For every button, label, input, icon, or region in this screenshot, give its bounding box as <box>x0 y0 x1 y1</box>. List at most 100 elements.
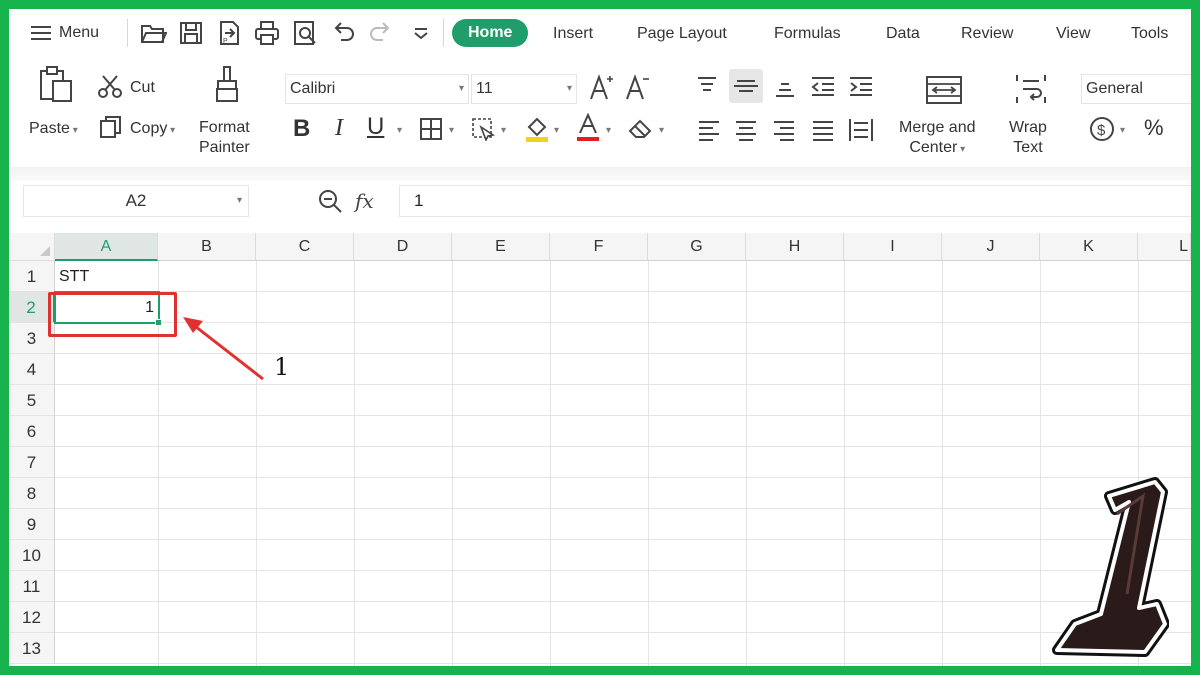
row-header-5[interactable]: 5 <box>9 385 55 416</box>
gridline <box>55 415 1191 416</box>
customize-icon[interactable] <box>407 19 435 47</box>
tab-data[interactable]: Data <box>886 21 920 47</box>
currency-icon[interactable]: $ <box>1089 115 1117 143</box>
tab-home[interactable]: Home <box>452 19 529 47</box>
row-header-4[interactable]: 4 <box>9 354 55 385</box>
align-center-icon[interactable] <box>734 119 758 141</box>
chevron-down-icon[interactable]: ▾ <box>554 125 559 136</box>
row-header-1[interactable]: 1 <box>9 261 55 292</box>
format-painter-button[interactable]: Format Painter <box>199 118 250 158</box>
column-header-c[interactable]: C <box>256 233 354 261</box>
spreadsheet-grid: A B C D E F G H I J K L 1 2 3 4 5 6 7 8 … <box>9 233 1191 666</box>
column-header-b[interactable]: B <box>158 233 256 261</box>
tab-view[interactable]: View <box>1056 21 1090 47</box>
column-header-e[interactable]: E <box>452 233 550 261</box>
chevron-down-icon: ▾ <box>957 144 966 155</box>
chevron-down-icon[interactable]: ▾ <box>606 125 611 136</box>
merge-center-icon[interactable] <box>925 75 963 105</box>
format-painter-icon[interactable] <box>213 65 243 105</box>
increase-font-icon[interactable] <box>589 73 615 101</box>
formula-input[interactable]: 1 <box>399 185 1191 217</box>
align-right-icon[interactable] <box>772 119 796 141</box>
align-bottom-icon[interactable] <box>773 77 797 99</box>
gridline <box>256 261 257 666</box>
copy-button[interactable]: Copy ▾ <box>130 120 175 138</box>
open-folder-icon[interactable] <box>139 19 168 47</box>
column-header-f[interactable]: F <box>550 233 648 261</box>
menu-button[interactable]: Menu <box>31 21 99 45</box>
print-preview-icon[interactable] <box>291 19 319 47</box>
cell-a1[interactable]: STT <box>59 261 89 292</box>
wrap-label-2: Text <box>1013 139 1043 156</box>
chevron-down-icon[interactable]: ▾ <box>659 125 664 136</box>
italic-icon[interactable]: I <box>335 115 343 142</box>
name-box[interactable]: A2 ▾ <box>23 185 249 217</box>
gridline <box>55 446 1191 447</box>
merge-center-button[interactable]: Merge and Center ▾ <box>899 118 976 160</box>
number-format-select[interactable]: General <box>1081 74 1191 104</box>
gridline <box>55 663 1191 664</box>
tab-review[interactable]: Review <box>961 21 1013 47</box>
column-header-h[interactable]: H <box>746 233 844 261</box>
row-header-7[interactable]: 7 <box>9 447 55 478</box>
row-header-10[interactable]: 10 <box>9 540 55 571</box>
eraser-icon[interactable] <box>627 117 655 141</box>
fill-color-icon[interactable] <box>523 115 551 143</box>
insert-function-icon[interactable]: fx <box>355 189 374 213</box>
undo-icon[interactable] <box>329 19 357 47</box>
fill-pattern-icon[interactable] <box>471 117 497 142</box>
column-header-d[interactable]: D <box>354 233 452 261</box>
column-header-k[interactable]: K <box>1040 233 1138 261</box>
decrease-font-icon[interactable] <box>625 73 651 101</box>
zoom-icon[interactable] <box>317 188 343 214</box>
tab-page-layout[interactable]: Page Layout <box>637 21 727 47</box>
row-header-13[interactable]: 13 <box>9 633 55 664</box>
chevron-down-icon: ▾ <box>458 83 464 94</box>
tab-tools[interactable]: Tools <box>1131 21 1168 47</box>
align-top-icon[interactable] <box>695 75 719 97</box>
export-pdf-icon[interactable]: P <box>215 19 243 47</box>
chevron-down-icon[interactable]: ▾ <box>397 125 402 136</box>
distributed-icon[interactable] <box>847 117 875 143</box>
gridline <box>844 261 845 666</box>
tab-insert[interactable]: Insert <box>553 21 593 47</box>
font-size-select[interactable]: 11 ▾ <box>471 74 577 104</box>
borders-icon[interactable] <box>419 117 443 141</box>
font-name-select[interactable]: Calibri ▾ <box>285 74 469 104</box>
redo-icon[interactable] <box>367 19 395 47</box>
format-painter-label-2: Painter <box>199 139 250 156</box>
print-icon[interactable] <box>253 19 281 47</box>
row-header-11[interactable]: 11 <box>9 571 55 602</box>
column-header-i[interactable]: I <box>844 233 942 261</box>
cut-button[interactable]: Cut <box>130 79 155 97</box>
percent-button[interactable]: % <box>1144 115 1164 141</box>
align-left-icon[interactable] <box>697 119 721 141</box>
chevron-down-icon: ▾ <box>236 195 242 206</box>
paste-icon[interactable] <box>37 65 77 105</box>
column-header-g[interactable]: G <box>648 233 746 261</box>
column-header-a[interactable]: A <box>55 233 158 261</box>
bold-icon[interactable]: B <box>293 115 310 143</box>
chevron-down-icon[interactable]: ▾ <box>1120 125 1125 136</box>
column-header-l[interactable]: L <box>1138 233 1191 261</box>
justify-icon[interactable] <box>811 119 835 141</box>
wrap-text-icon[interactable] <box>1013 73 1049 105</box>
column-header-j[interactable]: J <box>942 233 1040 261</box>
chevron-down-icon[interactable]: ▾ <box>449 125 454 136</box>
chevron-down-icon[interactable]: ▾ <box>501 125 506 136</box>
menu-label: Menu <box>59 24 100 41</box>
font-color-icon[interactable] <box>575 112 601 143</box>
decrease-indent-icon[interactable] <box>809 75 837 97</box>
tab-formulas[interactable]: Formulas <box>774 21 841 47</box>
row-header-9[interactable]: 9 <box>9 509 55 540</box>
row-header-8[interactable]: 8 <box>9 478 55 509</box>
underline-icon[interactable]: U <box>367 113 384 141</box>
wrap-text-button[interactable]: Wrap Text <box>1009 118 1047 158</box>
increase-indent-icon[interactable] <box>847 75 875 97</box>
paste-button[interactable]: Paste ▾ <box>29 120 78 138</box>
save-icon[interactable] <box>177 19 205 47</box>
align-middle-icon[interactable] <box>729 69 763 103</box>
row-header-12[interactable]: 12 <box>9 602 55 633</box>
select-all-corner[interactable] <box>9 233 55 261</box>
row-header-6[interactable]: 6 <box>9 416 55 447</box>
